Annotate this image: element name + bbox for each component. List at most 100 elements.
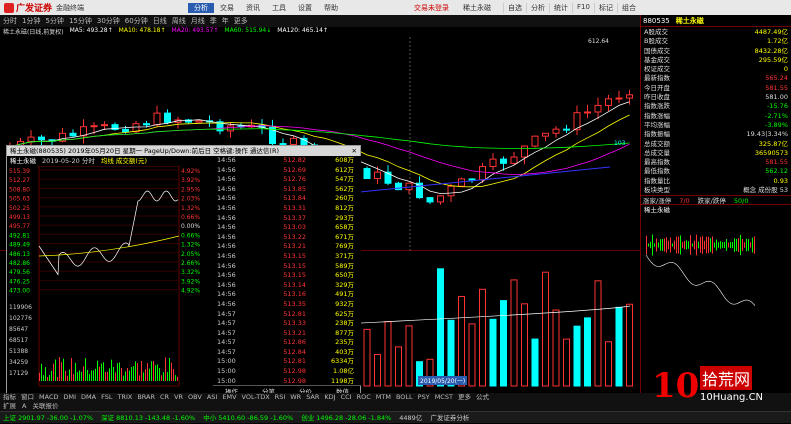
advance-decline-bar: 涨家/涨停 7/0 跌家/跌停 50/0 xyxy=(641,195,791,206)
tick-cell: 14:57 xyxy=(217,319,236,328)
tool-f10[interactable]: F10 xyxy=(572,2,594,13)
login-status[interactable]: 交易未登录 xyxy=(414,3,449,13)
mini-vol-bar xyxy=(722,242,723,249)
indicator-tab[interactable]: 窗口 xyxy=(21,393,34,402)
indicator-tab[interactable]: MACD xyxy=(39,393,58,402)
tick-list[interactable]: 14:56 512.82 608万 14:56 512.69 612万 14:56 512.7… xyxy=(213,156,361,385)
tool-portfolio[interactable]: 组合 xyxy=(616,2,640,13)
tick-cell: 513.16 xyxy=(283,290,306,299)
popup-pct-tick: 2.03% xyxy=(181,196,200,203)
tool-stats[interactable]: 统计 xyxy=(549,2,572,13)
menu-item-help[interactable]: 帮助 xyxy=(318,3,344,13)
indicator-tab[interactable]: 更多 xyxy=(458,393,471,402)
quote-row-label: 指数振幅 xyxy=(644,130,670,139)
indicator-tab[interactable]: KDJ xyxy=(324,393,335,402)
quote-row-value: 581.55 xyxy=(765,158,788,167)
indicator-tab[interactable]: EMV xyxy=(222,393,236,402)
indicator-tab[interactable]: ASI xyxy=(207,393,218,402)
tool-mark[interactable]: 标记 xyxy=(593,2,617,13)
period-intraday[interactable]: 分时 xyxy=(3,16,17,26)
ma60-label: MA60: 515.94↓ xyxy=(224,27,272,34)
menu-item-settings[interactable]: 设置 xyxy=(292,3,318,13)
mini-vol-bar xyxy=(718,242,719,249)
indicator-tab[interactable]: SAR xyxy=(306,393,319,402)
tick-cell: 513.15 xyxy=(283,271,306,280)
indicator-tab[interactable]: OBV xyxy=(188,393,202,402)
popup-pct-tick: 3.32% xyxy=(181,269,200,276)
indicator-tab[interactable]: WR xyxy=(290,393,301,402)
indicator-tab[interactable]: MCST xyxy=(435,393,453,402)
popup-vol-bar xyxy=(129,370,130,381)
quote-row-value: 1.72亿 xyxy=(767,37,788,46)
quote-row: 基金成交 295.59亿 xyxy=(641,56,791,65)
popup-vol-bar xyxy=(69,369,70,381)
menu-item-news[interactable]: 资讯 xyxy=(240,3,266,13)
mini-vol-bar xyxy=(690,235,691,256)
quote-row-label: B股成交 xyxy=(644,37,668,46)
tick-cell: 14:56 xyxy=(217,261,236,270)
indicator-tab[interactable]: VR xyxy=(174,393,183,402)
popup-vol-tick: 51388 xyxy=(9,348,28,355)
quote-row-value: -3.89% xyxy=(765,120,788,129)
indicator-tab[interactable]: ROC xyxy=(357,393,371,402)
tool-analysis[interactable]: 分析 xyxy=(526,2,549,13)
popup-vol-bar xyxy=(125,371,126,381)
indicator-tab[interactable]: 公式 xyxy=(476,393,489,402)
popup-vol-bar xyxy=(133,366,134,381)
period-5min[interactable]: 5分钟 xyxy=(45,16,63,26)
popup-vol-bar xyxy=(103,362,104,381)
ext-tab-a[interactable]: A xyxy=(22,402,26,411)
period-year[interactable]: 年 xyxy=(222,16,229,26)
intraday-popup[interactable]: 稀土永磁(880535) 2019年05月20日 星期一 PageUp/Down… xyxy=(6,145,361,396)
ma120-label: MA120: 465.14↑ xyxy=(277,27,328,34)
period-15min[interactable]: 15分钟 xyxy=(69,16,92,26)
indicator-tab[interactable]: BRAR xyxy=(137,393,155,402)
mini-vol-bar xyxy=(730,242,731,249)
candle-body xyxy=(405,182,413,191)
indicator-tab[interactable]: CCI xyxy=(341,393,352,402)
menu-item-trade[interactable]: 交易 xyxy=(214,3,240,13)
period-1min[interactable]: 1分钟 xyxy=(22,16,40,26)
indicator-tab[interactable]: FSL xyxy=(101,393,112,402)
indicator-tab[interactable]: VOL-TDX xyxy=(242,393,270,402)
mini-intraday-chart[interactable] xyxy=(641,215,791,365)
indicator-tab[interactable]: CR xyxy=(160,393,169,402)
tick-cell: 14:57 xyxy=(217,347,236,356)
tick-cell: 513.37 xyxy=(283,213,306,222)
indicator-tab[interactable]: RSI xyxy=(275,393,286,402)
period-30min[interactable]: 30分钟 xyxy=(97,16,120,26)
indicator-tab[interactable]: DMI xyxy=(63,393,76,402)
quote-row-value: 562.12 xyxy=(765,167,788,176)
quote-row-value: 8432.28亿 xyxy=(754,46,788,55)
popup-vol-bar xyxy=(87,369,88,381)
tick-row: 14:56 513.16 491万 xyxy=(213,290,361,300)
tool-watchlist[interactable]: 自选 xyxy=(503,2,526,13)
mini-vol-bar xyxy=(736,239,737,252)
popup-vol-bar xyxy=(57,376,58,381)
indicator-tab[interactable]: BOLL xyxy=(396,393,413,402)
period-day[interactable]: 日线 xyxy=(153,16,167,26)
mini-chart-title: 稀土永磁 xyxy=(644,206,670,215)
period-month[interactable]: 月线 xyxy=(191,16,205,26)
tick-cell: 512.81 xyxy=(283,357,306,366)
period-more[interactable]: 更多 xyxy=(234,16,248,26)
popup-price-tick: 499.13 xyxy=(9,214,30,221)
menu-item-analysis[interactable]: 分析 xyxy=(188,2,215,13)
indicator-tab[interactable]: MTM xyxy=(376,393,391,402)
ext-tab-related[interactable]: 关联报价 xyxy=(32,402,58,411)
indicator-tab[interactable]: 指标 xyxy=(3,393,16,402)
period-week[interactable]: 周线 xyxy=(172,16,186,26)
ext-tab-expand[interactable]: 扩展 xyxy=(3,402,16,411)
indicator-tab[interactable]: PSY xyxy=(418,393,430,402)
indicator-tab[interactable]: DMA xyxy=(81,393,96,402)
close-icon[interactable]: ✕ xyxy=(352,146,360,156)
period-quarter[interactable]: 季 xyxy=(210,16,217,26)
popup-vol-bar xyxy=(147,363,148,381)
tick-cell: 650万 xyxy=(335,271,354,280)
quote-row: 总成交量 36590573 xyxy=(641,149,791,158)
indicator-tab[interactable]: TRIX xyxy=(117,393,132,402)
menu-item-tools[interactable]: 工具 xyxy=(266,3,292,13)
popup-vol-tick: 85647 xyxy=(9,326,28,333)
mini-vol-bar xyxy=(686,240,687,250)
period-60min[interactable]: 60分钟 xyxy=(125,16,148,26)
